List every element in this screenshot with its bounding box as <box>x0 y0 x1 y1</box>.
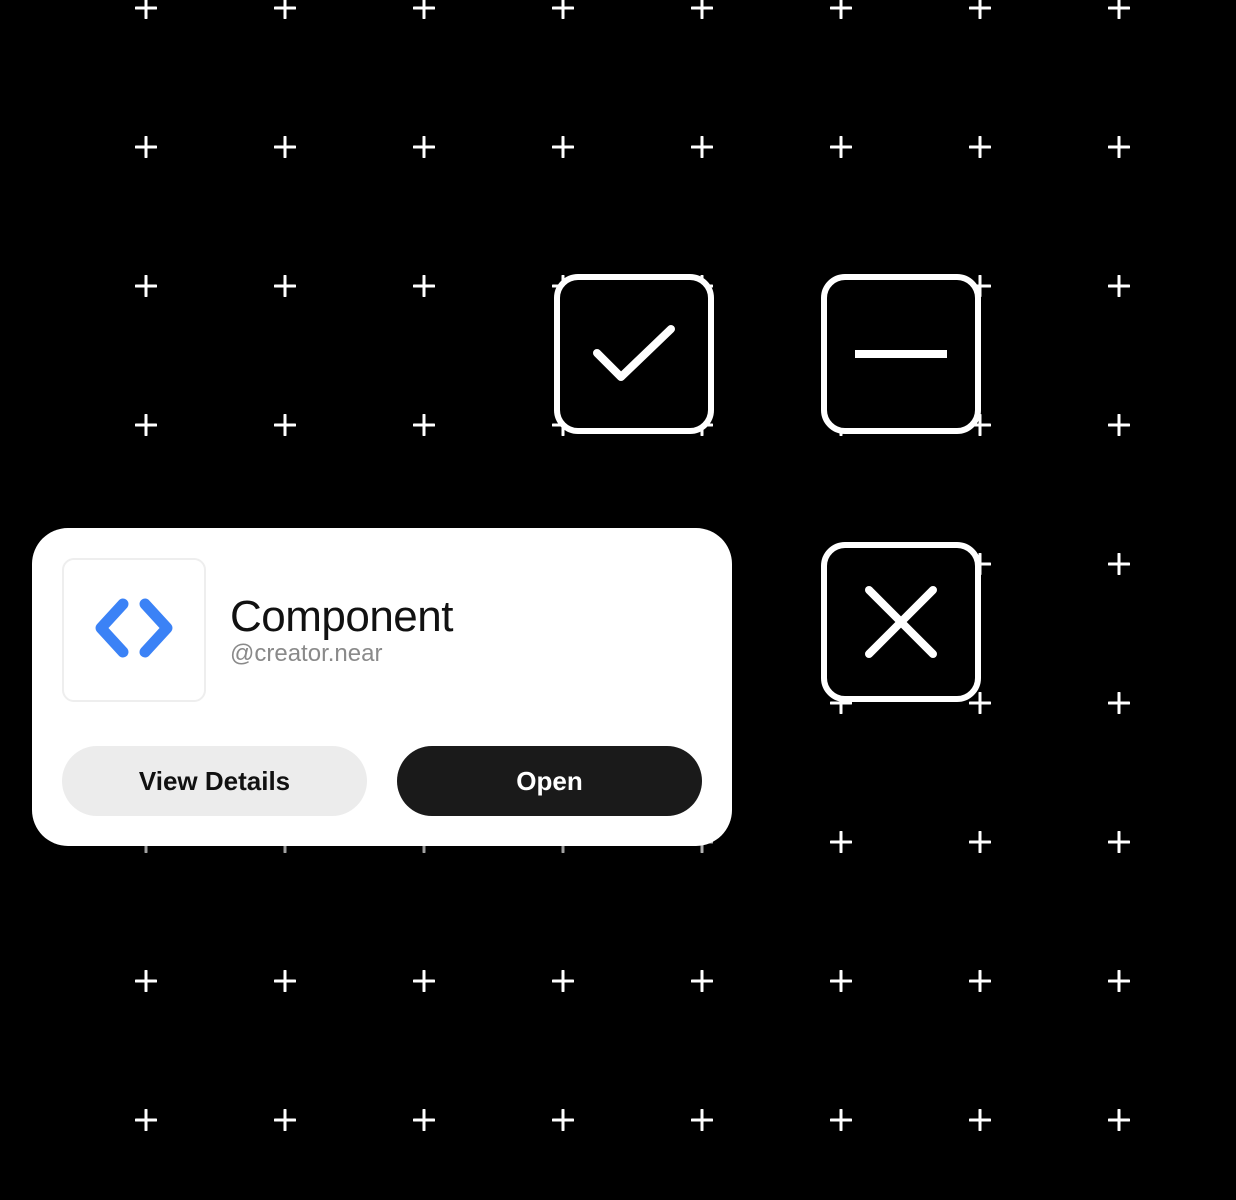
plus-icon <box>1108 1109 1130 1131</box>
view-details-button[interactable]: View Details <box>62 746 367 816</box>
plus-icon <box>830 1109 852 1131</box>
plus-icon <box>830 970 852 992</box>
check-icon <box>589 319 679 389</box>
plus-icon <box>969 0 991 19</box>
plus-icon <box>413 275 435 297</box>
plus-icon <box>830 0 852 19</box>
state-box-check[interactable] <box>554 274 714 434</box>
component-title: Component <box>230 592 453 642</box>
plus-icon <box>274 275 296 297</box>
plus-icon <box>135 0 157 19</box>
plus-icon <box>969 1109 991 1131</box>
plus-icon <box>1108 414 1130 436</box>
state-box-cross[interactable] <box>821 542 981 702</box>
plus-icon <box>691 0 713 19</box>
card-buttons: View Details Open <box>62 746 702 816</box>
plus-icon <box>969 970 991 992</box>
plus-icon <box>274 970 296 992</box>
plus-icon <box>1108 136 1130 158</box>
plus-icon <box>274 0 296 19</box>
plus-icon <box>1108 831 1130 853</box>
plus-icon <box>691 970 713 992</box>
plus-icon <box>1108 970 1130 992</box>
plus-icon <box>135 1109 157 1131</box>
plus-icon <box>135 414 157 436</box>
cross-icon <box>861 582 941 662</box>
plus-icon <box>969 831 991 853</box>
card-header: Component @creator.near <box>62 558 702 702</box>
plus-icon <box>691 136 713 158</box>
plus-icon <box>413 1109 435 1131</box>
component-icon-tile <box>62 558 206 702</box>
plus-icon <box>552 0 574 19</box>
plus-icon <box>135 275 157 297</box>
plus-icon <box>1108 692 1130 714</box>
plus-icon <box>552 970 574 992</box>
plus-icon <box>274 1109 296 1131</box>
plus-icon <box>1108 553 1130 575</box>
open-button[interactable]: Open <box>397 746 702 816</box>
plus-icon <box>413 414 435 436</box>
plus-icon <box>135 970 157 992</box>
plus-icon <box>552 1109 574 1131</box>
state-box-minus[interactable] <box>821 274 981 434</box>
minus-icon <box>851 349 951 359</box>
plus-icon <box>274 414 296 436</box>
plus-icon <box>413 970 435 992</box>
card-text: Component @creator.near <box>230 592 453 668</box>
plus-icon <box>552 136 574 158</box>
plus-icon <box>830 136 852 158</box>
plus-icon <box>691 1109 713 1131</box>
plus-icon <box>135 136 157 158</box>
component-card: Component @creator.near View Details Ope… <box>32 528 732 846</box>
plus-icon <box>413 136 435 158</box>
plus-icon <box>413 0 435 19</box>
plus-icon <box>274 136 296 158</box>
plus-icon <box>969 136 991 158</box>
code-icon <box>95 598 173 663</box>
plus-icon <box>1108 275 1130 297</box>
component-subtitle: @creator.near <box>230 640 453 668</box>
plus-icon <box>1108 0 1130 19</box>
plus-icon <box>830 831 852 853</box>
